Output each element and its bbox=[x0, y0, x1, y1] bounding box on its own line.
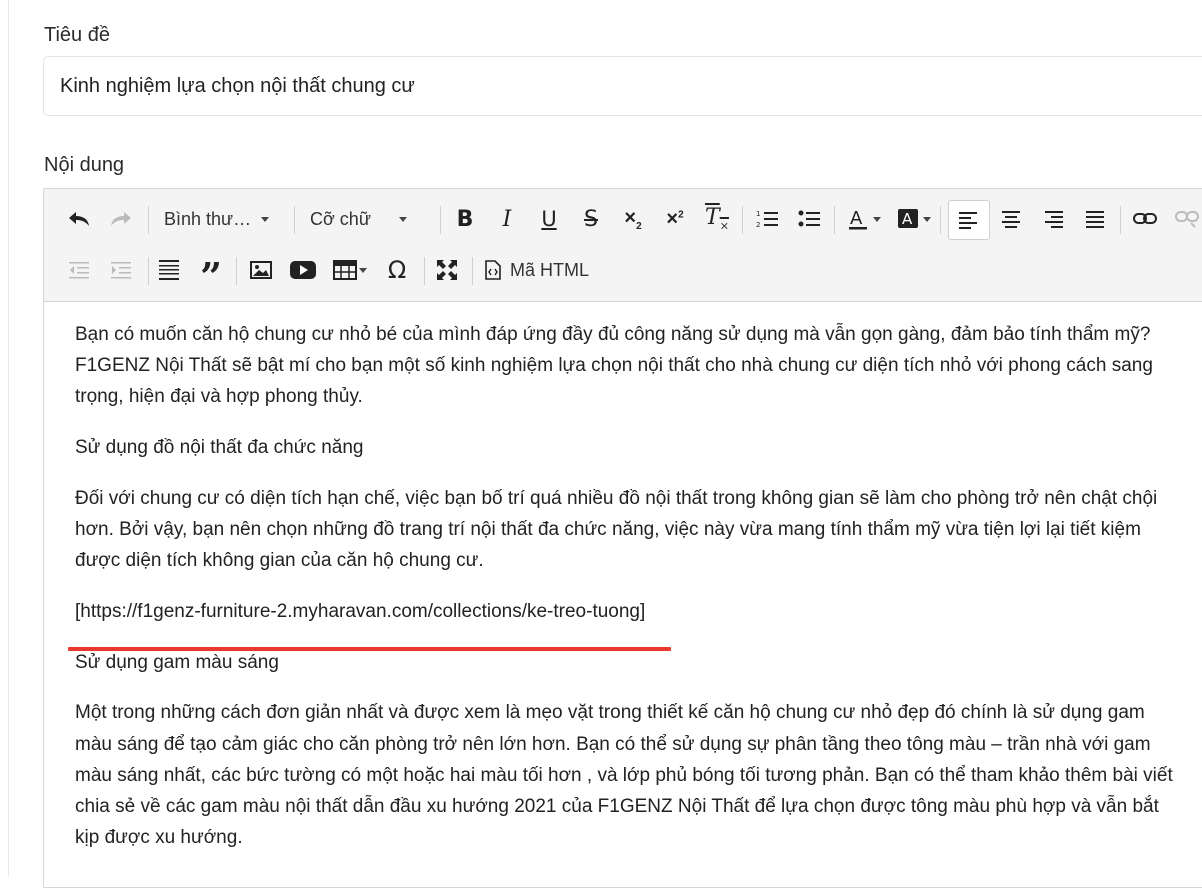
separator bbox=[940, 206, 941, 234]
link-icon[interactable] bbox=[1130, 204, 1160, 234]
separator bbox=[1120, 206, 1121, 234]
outdent-icon[interactable] bbox=[64, 255, 94, 285]
subscript-icon[interactable]: ×2 bbox=[618, 204, 648, 234]
svg-text:A: A bbox=[850, 208, 863, 229]
separator bbox=[472, 257, 473, 285]
fontsize-dropdown[interactable]: Cỡ chữ bbox=[310, 204, 430, 234]
underline-icon[interactable]: U bbox=[534, 204, 564, 234]
align-center-icon[interactable] bbox=[996, 204, 1026, 234]
rich-text-editor: Bình thư… Cỡ chữ B I U S ×2 ×2 T× 1 2 A … bbox=[43, 188, 1202, 888]
chevron-down-icon bbox=[398, 216, 407, 222]
svg-text:2: 2 bbox=[756, 221, 760, 229]
code-icon bbox=[485, 260, 501, 280]
separator bbox=[148, 206, 149, 234]
superscript-icon[interactable]: ×2 bbox=[660, 204, 690, 234]
title-label: Tiêu đề bbox=[44, 24, 110, 46]
left-divider bbox=[8, 0, 9, 876]
line-height-icon[interactable] bbox=[154, 255, 184, 285]
align-justify-icon[interactable] bbox=[1080, 204, 1110, 234]
html-source-button[interactable]: Mã HTML bbox=[484, 255, 596, 285]
chevron-down-icon bbox=[922, 216, 931, 222]
subheading: Sử dụng gam màu sáng bbox=[75, 651, 279, 673]
align-right-icon[interactable] bbox=[1038, 204, 1068, 234]
background-color-icon[interactable]: A bbox=[892, 204, 936, 234]
separator bbox=[440, 206, 441, 234]
editor-toolbar: Bình thư… Cỡ chữ B I U S ×2 ×2 T× 1 2 A … bbox=[44, 189, 1202, 302]
special-char-icon[interactable]: Ω bbox=[382, 255, 412, 285]
title-input[interactable] bbox=[43, 56, 1202, 116]
separator bbox=[294, 206, 295, 234]
separator bbox=[236, 257, 237, 285]
paragraph: Một trong những cách đơn giản nhất và đư… bbox=[75, 702, 1173, 849]
paragraph: Bạn có muốn căn hộ chung cư nhỏ bé của m… bbox=[75, 324, 1153, 408]
undo-icon[interactable] bbox=[64, 204, 94, 234]
subheading: Sử dụng đồ nội thất đa chức năng bbox=[75, 437, 364, 459]
unordered-list-icon[interactable] bbox=[794, 204, 824, 234]
separator bbox=[742, 206, 743, 234]
unlink-icon[interactable] bbox=[1172, 204, 1202, 234]
ordered-list-icon[interactable]: 12 bbox=[752, 204, 782, 234]
redo-icon[interactable] bbox=[106, 204, 136, 234]
fontsize-dropdown-label: Cỡ chữ bbox=[310, 208, 371, 229]
content-label: Nội dung bbox=[44, 154, 125, 176]
format-dropdown[interactable]: Bình thư… bbox=[164, 204, 284, 234]
table-icon[interactable] bbox=[328, 255, 372, 285]
url-placeholder: [https://f1genz-furniture-2.myharavan.co… bbox=[75, 600, 646, 622]
strikethrough-icon[interactable]: S bbox=[576, 204, 606, 234]
annotation-underline bbox=[68, 647, 671, 651]
image-icon[interactable] bbox=[246, 255, 276, 285]
indent-icon[interactable] bbox=[106, 255, 136, 285]
fullscreen-icon[interactable] bbox=[432, 255, 462, 285]
bold-icon[interactable]: B bbox=[450, 204, 480, 234]
italic-icon[interactable]: I bbox=[492, 204, 522, 234]
editor-content[interactable]: Bạn có muốn căn hộ chung cư nhỏ bé của m… bbox=[75, 319, 1185, 873]
video-icon[interactable] bbox=[288, 255, 318, 285]
format-dropdown-label: Bình thư… bbox=[164, 208, 252, 229]
chevron-down-icon bbox=[359, 267, 367, 273]
text-color-icon[interactable]: A bbox=[844, 204, 884, 234]
separator bbox=[834, 206, 835, 234]
svg-text:1: 1 bbox=[756, 210, 760, 218]
html-source-label: Mã HTML bbox=[510, 259, 590, 280]
separator bbox=[148, 257, 149, 285]
align-left-icon[interactable] bbox=[948, 200, 990, 240]
chevron-down-icon bbox=[261, 216, 270, 222]
chevron-down-icon bbox=[872, 216, 881, 222]
paragraph: Đối với chung cư có diện tích hạn chế, v… bbox=[75, 487, 1158, 572]
blockquote-icon[interactable]: ” bbox=[196, 255, 226, 296]
separator bbox=[424, 257, 425, 285]
svg-text:A: A bbox=[902, 210, 913, 228]
clear-format-icon[interactable]: T× bbox=[702, 204, 732, 234]
